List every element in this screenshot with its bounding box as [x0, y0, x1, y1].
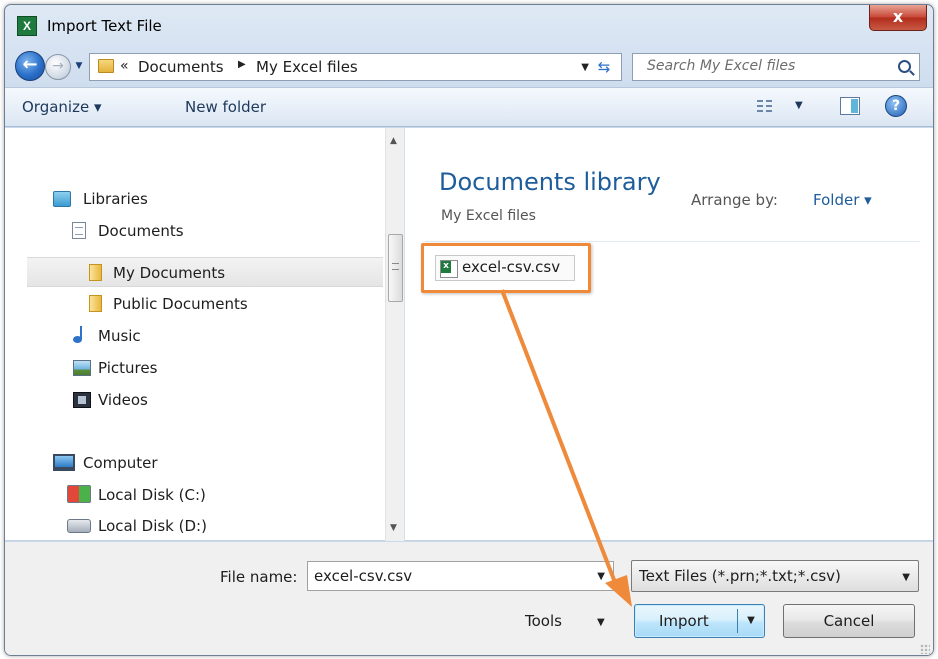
breadcrumb-my-excel-files[interactable]: My Excel files [256, 58, 358, 76]
back-button[interactable]: ← [15, 51, 45, 81]
file-form: File name: excel-csv.csv ▼ Text Files (*… [5, 542, 933, 655]
nav-item-computer[interactable]: Computer [5, 448, 385, 478]
computer-icon [53, 454, 75, 471]
folder-icon [89, 295, 102, 312]
nav-item-my-documents[interactable]: My Documents [27, 257, 383, 287]
file-type-value: Text Files (*.prn;*.txt;*.csv) [639, 567, 841, 585]
library-subtitle: My Excel files [441, 208, 536, 224]
divider [425, 241, 920, 242]
nav-item-label: Videos [98, 391, 148, 409]
address-bar[interactable]: « Documents ▶ My Excel files ▼ ⇆ [89, 53, 622, 81]
preview-pane-icon[interactable] [840, 97, 860, 115]
scroll-up-icon[interactable]: ▲ [390, 136, 397, 146]
nav-item-label: Public Documents [113, 295, 248, 313]
view-options-dropdown-icon[interactable]: ▼ [795, 100, 803, 111]
nav-item-pictures[interactable]: Pictures [5, 353, 385, 383]
arrange-by-dropdown[interactable]: Folder ▾ [813, 191, 872, 209]
new-folder-button[interactable]: New folder [185, 98, 266, 116]
scroll-thumb[interactable] [388, 234, 403, 302]
import-label: Import [659, 612, 709, 630]
nav-item-label: Computer [83, 454, 158, 472]
nav-item-music[interactable]: Music [5, 321, 385, 351]
videos-icon [73, 392, 91, 408]
nav-item-libraries[interactable]: Libraries [5, 184, 385, 214]
nav-item-label: My Documents [113, 264, 226, 282]
command-toolbar: Organize ▾ New folder ▼ ? [5, 87, 933, 127]
recent-pages-dropdown-icon[interactable]: ▼ [73, 59, 85, 73]
file-name-dropdown-icon[interactable]: ▼ [597, 571, 605, 582]
file-name: excel-csv.csv [462, 258, 561, 276]
file-type-select[interactable]: Text Files (*.prn;*.txt;*.csv) ▼ [631, 560, 919, 592]
nav-item-label: Libraries [83, 190, 148, 208]
organize-button[interactable]: Organize ▾ [22, 98, 102, 116]
tools-button[interactable]: Tools [525, 612, 562, 630]
file-item-highlight: excel-csv.csv [421, 243, 591, 293]
search-placeholder: Search My Excel files [647, 58, 796, 74]
library-title: Documents library [439, 168, 661, 196]
nav-item-label: Local Disk (C:) [98, 486, 206, 504]
breadcrumb-documents[interactable]: Documents [138, 58, 224, 76]
file-name-value: excel-csv.csv [314, 567, 413, 585]
file-name-label: File name: [220, 568, 298, 586]
library-icon [53, 191, 71, 207]
folder-icon [98, 59, 114, 73]
search-icon[interactable] [898, 60, 911, 73]
cancel-label: Cancel [823, 612, 875, 630]
nav-item-label: Pictures [98, 359, 158, 377]
address-dropdown-icon[interactable]: ▼ [581, 62, 589, 73]
music-icon [73, 326, 91, 344]
file-type-dropdown-icon: ▼ [902, 572, 910, 583]
content-area: Libraries Documents My Documents Public … [5, 128, 933, 541]
grip-icon [392, 263, 399, 270]
disk-icon [67, 519, 91, 533]
title-bar: X Import Text File x [5, 5, 933, 45]
import-button[interactable]: Import ▼ [634, 604, 765, 638]
change-view-icon[interactable] [757, 98, 775, 114]
excel-csv-icon [440, 260, 458, 278]
file-item[interactable]: excel-csv.csv [435, 255, 575, 281]
cancel-button[interactable]: Cancel [783, 604, 915, 638]
help-icon[interactable]: ? [885, 95, 907, 117]
nav-item-documents[interactable]: Documents [5, 216, 385, 246]
split-divider [737, 609, 738, 633]
window-title: Import Text File [47, 17, 162, 35]
search-input[interactable]: Search My Excel files [632, 53, 920, 81]
refresh-icon[interactable]: ⇆ [593, 57, 615, 77]
nav-scrollbar[interactable]: ▲ ▼ [385, 128, 404, 541]
import-dropdown-icon[interactable]: ▼ [743, 611, 759, 631]
nav-item-public-documents[interactable]: Public Documents [5, 289, 385, 319]
pictures-icon [73, 360, 91, 376]
nav-item-local-disk-d[interactable]: Local Disk (D:) [5, 511, 385, 541]
forward-button[interactable]: → [45, 54, 71, 80]
import-text-file-dialog: X Import Text File x ← → ▼ « Documents ▶… [4, 4, 934, 656]
scroll-down-icon[interactable]: ▼ [390, 523, 397, 533]
nav-item-label: Local Disk (D:) [98, 517, 207, 535]
breadcrumb-overflow[interactable]: « [120, 58, 129, 74]
nav-item-videos[interactable]: Videos [5, 385, 385, 415]
arrange-by-label: Arrange by: [691, 191, 778, 209]
nav-item-local-disk-c[interactable]: Local Disk (C:) [5, 480, 385, 510]
nav-item-label: Documents [98, 222, 184, 240]
excel-app-icon: X [17, 16, 37, 36]
windows-disk-icon [67, 485, 91, 503]
document-icon [72, 222, 86, 239]
resize-grip-icon[interactable] [920, 644, 930, 654]
navigation-pane: Libraries Documents My Documents Public … [5, 128, 405, 541]
nav-item-label: Music [98, 327, 141, 345]
file-name-field[interactable]: excel-csv.csv ▼ [307, 561, 614, 591]
breadcrumb-separator-icon[interactable]: ▶ [238, 59, 246, 70]
tools-dropdown-icon[interactable]: ▼ [597, 617, 605, 628]
address-row: ← → ▼ « Documents ▶ My Excel files ▼ ⇆ S… [5, 47, 933, 83]
close-button[interactable]: x [869, 5, 927, 31]
folder-icon [89, 264, 102, 281]
